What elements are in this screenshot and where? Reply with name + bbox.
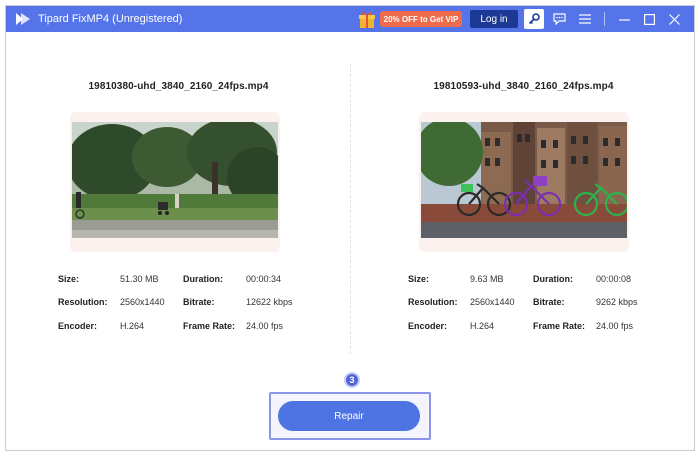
size-value: 9.63 MB xyxy=(470,274,504,284)
close-icon[interactable] xyxy=(664,9,684,29)
framerate-label: Frame Rate: xyxy=(533,321,586,331)
encoder-value: H.264 xyxy=(120,321,145,331)
bitrate-label: Bitrate: xyxy=(533,297,565,307)
info-row: Encoder: H.264 Frame Rate: 24.00 fps xyxy=(408,321,668,333)
key-icon[interactable] xyxy=(524,9,544,29)
duration-value: 00:00:08 xyxy=(596,274,632,284)
chat-icon[interactable] xyxy=(549,9,569,29)
title-bar: Tipard FixMP4 (Unregistered) 20% OFF to … xyxy=(6,6,694,32)
framerate-value: 24.00 fps xyxy=(246,321,284,331)
repair-button[interactable]: Repair xyxy=(278,401,420,431)
bitrate-label: Bitrate: xyxy=(183,297,215,307)
size-value: 51.30 MB xyxy=(120,274,159,284)
sample-video-thumbnail[interactable] xyxy=(421,122,627,238)
vip-promo-button[interactable]: 20% OFF to Get VIP xyxy=(380,11,462,27)
framerate-value: 24.00 fps xyxy=(596,321,634,331)
size-label: Size: xyxy=(58,274,80,284)
damaged-video-thumbnail-frame xyxy=(70,112,280,252)
sample-video-thumbnail-frame xyxy=(419,112,629,252)
info-row: Size: 51.30 MB Duration: 00:00:34 xyxy=(58,274,318,286)
main-content: 19810380-uhd_3840_2160_24fps.mp4 Size: 5… xyxy=(6,32,694,450)
info-row: Encoder: H.264 Frame Rate: 24.00 fps xyxy=(58,321,318,333)
damaged-video-thumbnail[interactable] xyxy=(72,122,278,238)
duration-value: 00:00:34 xyxy=(246,274,282,284)
info-row: Resolution: 2560x1440 Bitrate: 12622 kbp… xyxy=(58,297,318,309)
duration-label: Duration: xyxy=(183,274,223,284)
resolution-label: Resolution: xyxy=(58,297,108,307)
login-button[interactable]: Log in xyxy=(470,10,518,28)
framerate-label: Frame Rate: xyxy=(183,321,236,331)
bitrate-value: 9262 kbps xyxy=(596,297,638,307)
maximize-icon[interactable] xyxy=(639,9,659,29)
sample-video-panel: 19810593-uhd_3840_2160_24fps.mp4 Size: 9… xyxy=(351,32,694,372)
resolution-value: 2560x1440 xyxy=(120,297,165,307)
duration-label: Duration: xyxy=(533,274,573,284)
resolution-value: 2560x1440 xyxy=(470,297,515,307)
bitrate-value: 12622 kbps xyxy=(246,297,293,307)
titlebar-divider xyxy=(604,12,605,26)
menu-icon[interactable] xyxy=(575,9,595,29)
info-row: Size: 9.63 MB Duration: 00:00:08 xyxy=(408,274,668,286)
app-title: Tipard FixMP4 (Unregistered) xyxy=(38,13,183,25)
encoder-label: Encoder: xyxy=(58,321,98,331)
tipard-logo-icon xyxy=(15,12,31,26)
damaged-video-filename: 19810380-uhd_3840_2160_24fps.mp4 xyxy=(88,81,269,92)
damaged-video-panel: 19810380-uhd_3840_2160_24fps.mp4 Size: 5… xyxy=(6,32,351,372)
resolution-label: Resolution: xyxy=(408,297,458,307)
encoder-value: H.264 xyxy=(470,321,495,331)
app-window: Tipard FixMP4 (Unregistered) 20% OFF to … xyxy=(5,5,695,451)
encoder-label: Encoder: xyxy=(408,321,448,331)
step-number-badge: 3 xyxy=(344,372,360,388)
size-label: Size: xyxy=(408,274,430,284)
sample-video-filename: 19810593-uhd_3840_2160_24fps.mp4 xyxy=(433,81,614,92)
info-row: Resolution: 2560x1440 Bitrate: 9262 kbps xyxy=(408,297,668,309)
gift-icon[interactable] xyxy=(358,9,376,29)
minimize-icon[interactable] xyxy=(614,9,634,29)
